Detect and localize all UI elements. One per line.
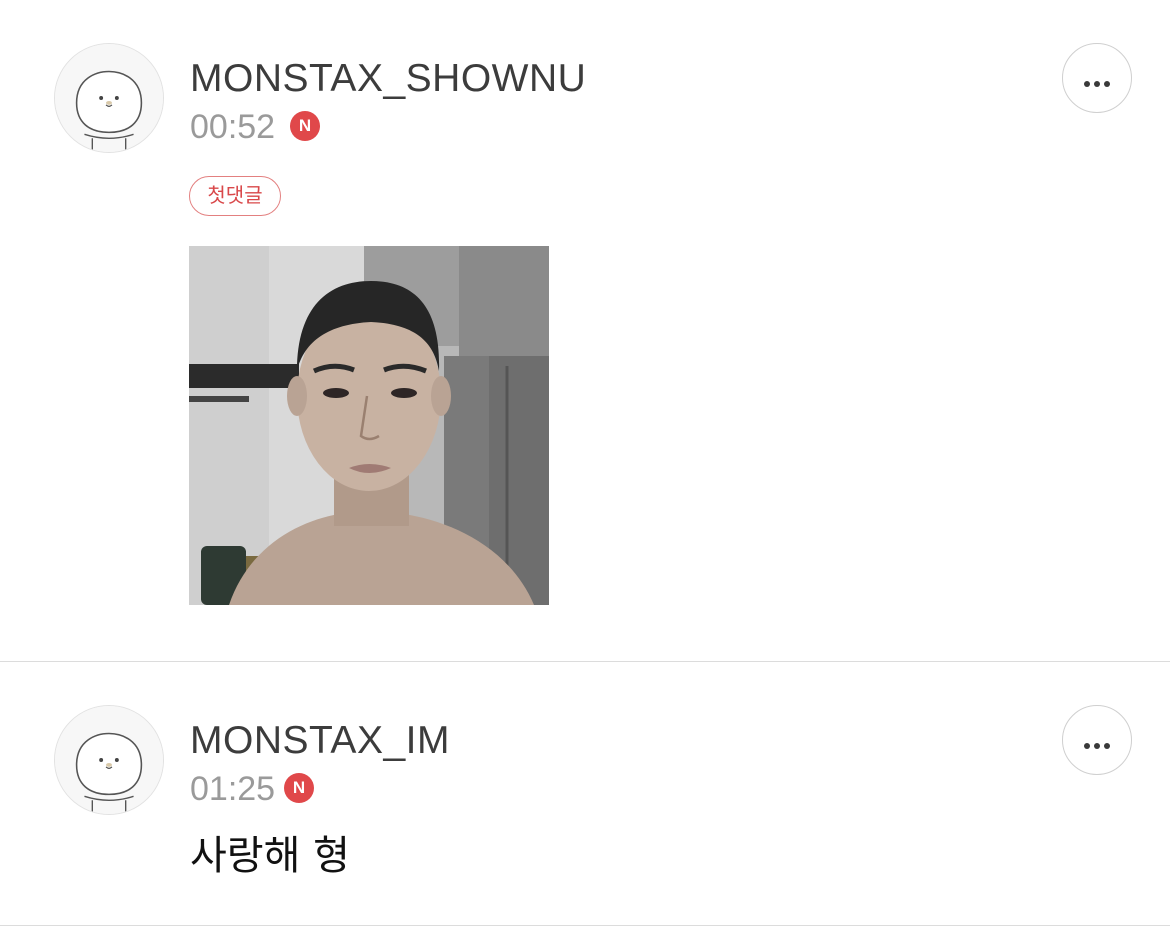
- first-comment-tag: 첫댓글: [189, 176, 281, 216]
- default-avatar-icon: [55, 706, 163, 814]
- comment-item: MONSTAX_IM 01:25 N 사랑해 형: [0, 662, 1170, 926]
- comment-text: 사랑해 형: [190, 833, 350, 879]
- attached-photo[interactable]: [189, 246, 549, 605]
- new-badge: N: [284, 773, 314, 803]
- more-dots-icon: [1063, 725, 1131, 755]
- more-dots-icon: [1063, 63, 1131, 93]
- new-badge: N: [290, 111, 320, 141]
- comment-item: MONSTAX_SHOWNU 00:52 N 첫댓글: [0, 0, 1170, 662]
- timestamp: 01:25: [190, 770, 276, 808]
- avatar[interactable]: [54, 43, 164, 153]
- selfie-photo: [189, 246, 549, 605]
- more-options-button[interactable]: [1062, 705, 1132, 775]
- timestamp: 00:52: [190, 108, 276, 146]
- avatar[interactable]: [54, 705, 164, 815]
- username[interactable]: MONSTAX_SHOWNU: [190, 59, 586, 98]
- default-avatar-icon: [55, 44, 163, 152]
- more-options-button[interactable]: [1062, 43, 1132, 113]
- username[interactable]: MONSTAX_IM: [190, 721, 450, 760]
